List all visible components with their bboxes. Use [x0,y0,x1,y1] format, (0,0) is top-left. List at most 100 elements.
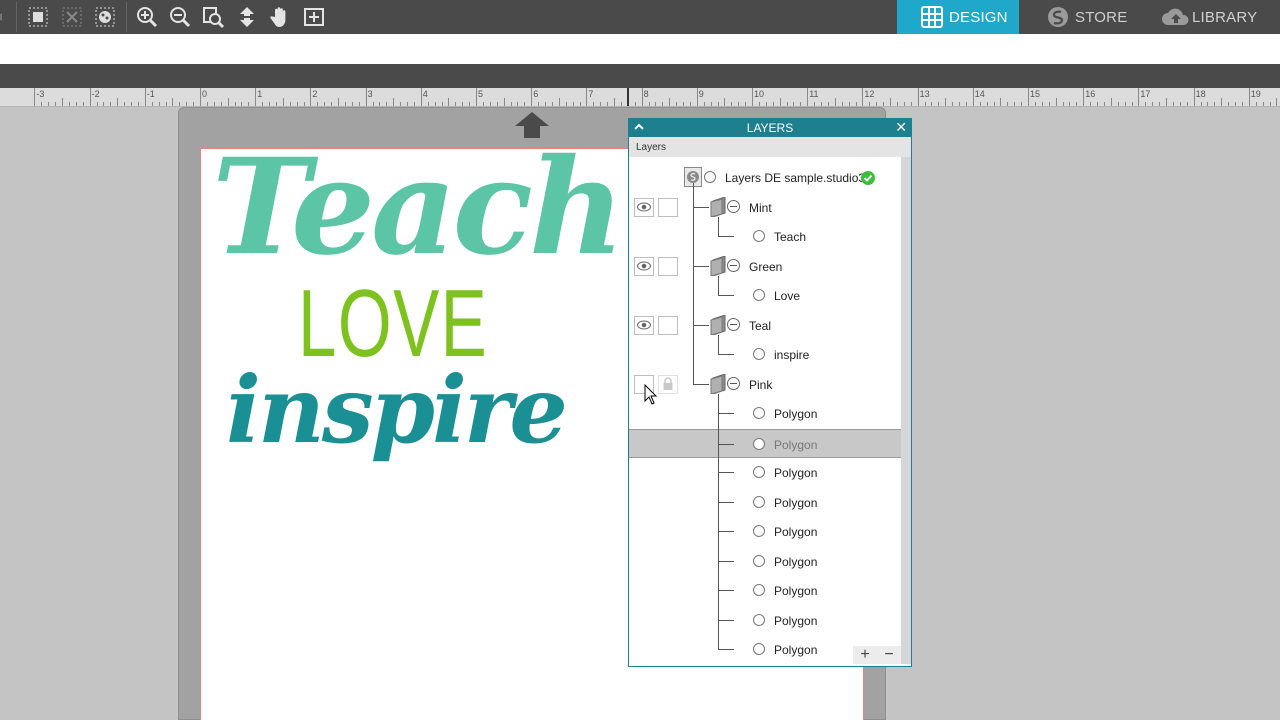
pan-hand-icon[interactable] [267,4,293,30]
layer-select-circle[interactable] [753,554,765,567]
visibility-toggle[interactable] [634,197,654,217]
ruler-tick [400,102,402,106]
layers-scrollbar[interactable] [901,157,911,664]
ruler-tick [1041,102,1043,106]
layer-child-row[interactable]: Polygon [629,517,901,546]
ruler-tick [1276,98,1278,106]
group-icon[interactable] [25,4,51,30]
ruler-tick [738,102,740,106]
lock-toggle[interactable] [658,315,678,335]
ruler-label: 6 [533,89,539,99]
layer-child-row[interactable]: Polygon [629,576,901,605]
remove-layer-button[interactable]: − [884,646,893,664]
layer-group-row[interactable]: Teal [629,311,901,340]
layer-child-row[interactable]: Polygon [629,547,901,576]
ruler-tick [945,98,947,106]
layer-group-icon [709,313,727,336]
layers-subheader: Layers [629,137,911,157]
layer-select-circle[interactable] [753,289,765,301]
layer-group-row[interactable]: Green [629,252,901,281]
collapse-group-icon[interactable] [727,317,740,331]
ruler-tick [724,98,726,106]
ruler-label: 18 [1195,89,1206,99]
layers-panel-header[interactable]: LAYERS ✕ [629,119,911,137]
layer-select-circle[interactable] [753,643,765,655]
compound-path-icon[interactable] [92,4,118,30]
ruler-tick [151,102,153,106]
ruler-label: 2 [312,89,318,99]
ruler-label: 0 [202,89,208,99]
ruler-tick [765,102,767,106]
layer-select-circle[interactable] [753,495,765,508]
layer-child-row[interactable]: Polygon [629,458,901,487]
tree-connector [718,236,734,237]
collapse-chevron-icon[interactable] [632,120,646,134]
lock-toggle[interactable] [658,256,678,276]
layer-select-circle[interactable] [753,348,765,360]
zoom-fit-icon[interactable] [200,4,226,30]
layer-child-row[interactable]: Teach [629,222,901,251]
ruler-tick [351,102,353,106]
ruler-tick [938,102,940,106]
tab-library[interactable]: LIBRARY [1160,0,1270,34]
ruler-tick [89,88,91,106]
mouse-cursor-icon [644,383,658,411]
ruler-tick [551,102,553,106]
document-select-circle[interactable] [704,171,716,183]
design-word-inspire[interactable]: inspire [226,364,568,456]
layer-group-row[interactable]: Mint [629,193,901,222]
design-word-teach[interactable]: Teach [212,142,625,274]
layer-child-row[interactable]: Love [629,281,901,310]
ruler-tick [1200,102,1202,106]
layer-child-row[interactable]: Polygon [629,606,901,635]
ruler-tick [269,102,270,106]
ruler-tick [310,88,312,106]
collapse-group-icon[interactable] [727,199,740,213]
layer-child-row[interactable]: Polygon [629,399,901,428]
ruler-label: 7 [588,89,594,99]
lock-toggle[interactable] [658,374,678,394]
ruler-tick [1062,102,1064,106]
tree-connector [718,649,734,650]
collapse-group-icon[interactable] [727,258,740,272]
ruler-tick [358,102,360,106]
collapse-group-icon[interactable] [727,376,740,390]
zoom-out-icon[interactable] [167,4,193,30]
layer-child-row[interactable]: Polygon [629,488,901,517]
ruler-tick [1069,102,1071,106]
zoom-in-icon[interactable] [134,4,160,30]
layer-select-circle[interactable] [753,466,765,478]
layer-group-row[interactable]: Pink [629,370,901,399]
ruler-tick [745,102,747,106]
ruler-tick [1007,102,1009,106]
ruler-tick [503,98,505,106]
ruler-tick [1048,102,1050,106]
layer-select-circle[interactable] [753,584,765,596]
document-row[interactable]: Layers DE sample.studio3 [629,163,901,192]
ruler-tick [800,102,802,106]
layer-select-circle[interactable] [753,437,765,450]
ruler-label: -3 [36,89,45,99]
ruler-tick [1021,102,1023,106]
layer-select-circle[interactable] [753,613,765,626]
tab-design[interactable]: DESIGN [897,0,1019,34]
layer-select-circle[interactable] [753,407,765,419]
ruler-tick [558,98,560,106]
fit-to-page-icon[interactable] [301,4,327,30]
add-layer-button[interactable]: + [860,646,869,664]
tab-store[interactable]: STORE [1047,0,1147,34]
layer-child-row[interactable]: inspire [629,340,901,369]
ruler-label: -2 [91,89,100,99]
visibility-toggle[interactable] [634,315,654,335]
move-down-icon[interactable] [234,4,260,30]
previous-arrow-icon[interactable] [0,4,12,30]
close-icon[interactable]: ✕ [895,119,907,136]
layer-child-row[interactable]: Polygon [629,428,901,458]
ungroup-icon[interactable] [59,4,85,30]
layer-select-circle[interactable] [753,230,765,242]
lock-toggle[interactable] [658,197,678,217]
ruler-tick [324,102,326,106]
visibility-toggle[interactable] [634,256,654,276]
tree-connector [718,590,734,591]
layer-select-circle[interactable] [753,525,765,537]
